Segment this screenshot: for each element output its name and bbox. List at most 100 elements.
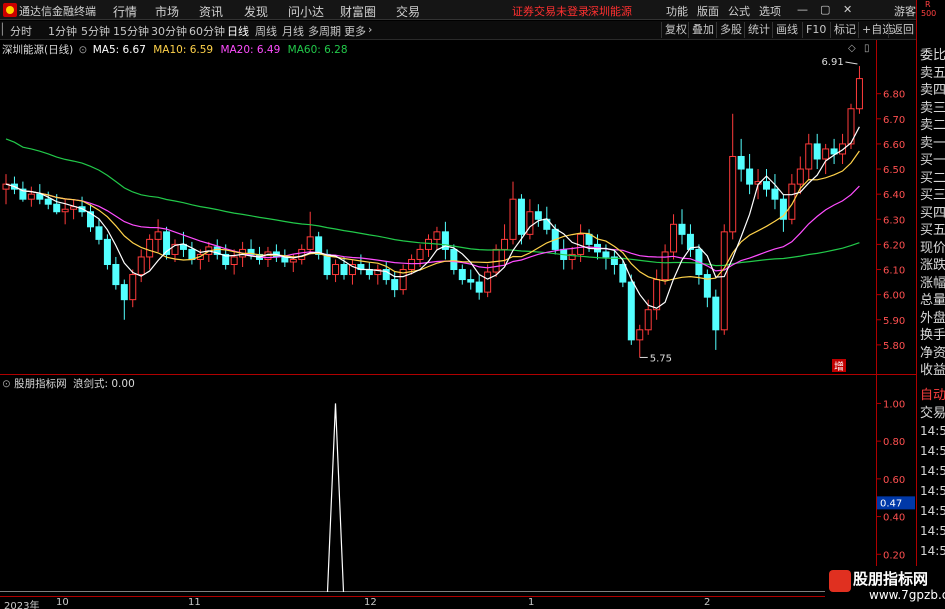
price-tick-label: 6.70	[883, 115, 905, 126]
candle-body	[534, 211, 542, 220]
user-label[interactable]: 游客	[894, 3, 916, 19]
candle-body	[526, 211, 534, 235]
candle	[729, 113, 737, 240]
menu-hangqing[interactable]: 行情	[113, 3, 137, 20]
tab-auto[interactable]: 自动	[920, 384, 945, 403]
candle	[78, 196, 86, 217]
diamond-icon[interactable]: ◇	[848, 43, 856, 54]
indicator-plot[interactable]	[0, 376, 876, 593]
indicator-tick-label: 1.00	[883, 399, 905, 410]
candle	[627, 274, 635, 345]
candle	[137, 249, 145, 283]
tab-5min[interactable]: 5分钟	[81, 23, 110, 39]
tab-60min[interactable]: 60分钟	[189, 23, 225, 39]
menu-wenxiaoda[interactable]: 问小达	[288, 3, 324, 20]
minimize-icon[interactable]: —	[797, 3, 808, 16]
chevron-right-icon[interactable]: ›	[368, 23, 372, 36]
tab-zhouxian[interactable]: 周线	[255, 23, 277, 39]
candle	[146, 234, 154, 270]
multi-stock-button[interactable]: 多股	[716, 22, 745, 38]
quote-label: 收益	[920, 363, 945, 378]
candle-body	[602, 251, 610, 258]
maximize-icon[interactable]: ▢	[820, 3, 830, 16]
expand-circle-icon[interactable]: ⊙	[79, 44, 88, 56]
candle-body	[61, 208, 69, 213]
quote-label: 涨幅	[920, 275, 945, 291]
candle	[746, 153, 754, 195]
quote-label: 现价	[920, 240, 945, 256]
tab-15min[interactable]: 15分钟	[113, 23, 149, 39]
tab-yuexian[interactable]: 月线	[282, 23, 304, 39]
quote-label: 涨跌	[920, 258, 945, 273]
candle	[686, 224, 694, 257]
candle-body	[644, 309, 652, 331]
candle-body	[306, 236, 314, 250]
quote-label: 买五	[920, 223, 945, 238]
candle	[771, 174, 779, 210]
candle-body	[27, 193, 35, 200]
candle-body	[517, 198, 525, 235]
candle	[855, 66, 863, 114]
mark-button[interactable]: 标记	[830, 22, 859, 38]
tab-1min[interactable]: 1分钟	[48, 23, 77, 39]
f10-button[interactable]: F10	[802, 22, 829, 38]
candle-body	[146, 238, 154, 258]
menu-zixun[interactable]: 资讯	[199, 3, 223, 20]
fuquan-button[interactable]: 复权	[661, 22, 690, 38]
quote-label: 换手	[920, 328, 945, 343]
candle-body	[805, 143, 813, 170]
main-kline-chart[interactable]: 深圳能源(日线) ⊙ MA5: 6.67 MA10: 6.59 MA20: 6.…	[0, 40, 876, 374]
menu-faxian[interactable]: 发现	[244, 3, 268, 20]
chart-title: 深圳能源(日线)	[2, 44, 74, 56]
price-tick-label: 6.50	[883, 165, 905, 176]
panel-toggle-icon[interactable]: ▯	[864, 43, 870, 54]
indicator-chart[interactable]: ⊙ 股朋指标网 浪剑式: 0.00	[0, 376, 876, 593]
candle-body	[120, 284, 128, 301]
tab-trade[interactable]: 交易	[920, 402, 945, 421]
tab-rixian[interactable]: 日线	[227, 23, 249, 39]
candle-body	[484, 271, 492, 293]
high-pointer	[845, 61, 858, 65]
stats-button[interactable]: 统计	[744, 22, 773, 38]
chart-divider	[0, 374, 916, 375]
candle	[720, 224, 728, 335]
draw-line-button[interactable]: 画线	[772, 22, 801, 38]
candle-body	[763, 181, 770, 190]
indicator-value: 浪剑式: 0.00	[73, 378, 135, 390]
overlay-button[interactable]: 叠加	[688, 22, 717, 38]
candle	[120, 279, 128, 320]
month-11: 11	[188, 597, 201, 608]
candle-body	[771, 188, 779, 200]
tab-more[interactable]: 更多	[344, 23, 366, 39]
menu-gongshi[interactable]: 公式	[728, 3, 750, 19]
close-icon[interactable]: ✕	[843, 3, 852, 16]
candle	[712, 289, 720, 350]
candle-body	[129, 274, 137, 301]
candle-body	[467, 279, 475, 283]
menu-xuanxiang[interactable]: 选项	[759, 3, 781, 19]
tab-duozhouqi[interactable]: 多周期	[308, 23, 341, 39]
candle-body	[323, 253, 331, 276]
indicator-title: 股朋指标网	[14, 378, 67, 390]
price-tick-label: 6.40	[883, 190, 905, 201]
tab-fenshi[interactable]: 分时	[10, 23, 32, 39]
candle	[737, 138, 745, 182]
quote-label: 买三	[920, 188, 945, 203]
watermark-title: 股朋指标网	[853, 570, 929, 588]
menu-caifuquan[interactable]: 财富圈	[340, 3, 376, 20]
trade-login-status[interactable]: 证券交易未登录	[512, 3, 589, 19]
kline-plot[interactable]: 6.91 5.75 增	[0, 40, 876, 374]
indicator-toggle-icon[interactable]: ⊙	[2, 378, 11, 390]
ma5-label: MA5: 6.67	[92, 44, 146, 56]
menu-jiaoyi[interactable]: 交易	[396, 3, 420, 20]
price-tick-label: 5.90	[883, 316, 905, 327]
menu-banmian[interactable]: 版面	[697, 3, 719, 19]
candle	[365, 261, 373, 280]
back-button[interactable]: 返回	[888, 22, 917, 38]
candle-body	[712, 296, 720, 331]
menu-gongneng[interactable]: 功能	[666, 3, 688, 19]
tab-30min[interactable]: 30分钟	[151, 23, 187, 39]
indicator-tick-label: 0.40	[883, 513, 905, 524]
menu-shichang[interactable]: 市场	[155, 3, 179, 20]
candle-body	[501, 238, 509, 250]
